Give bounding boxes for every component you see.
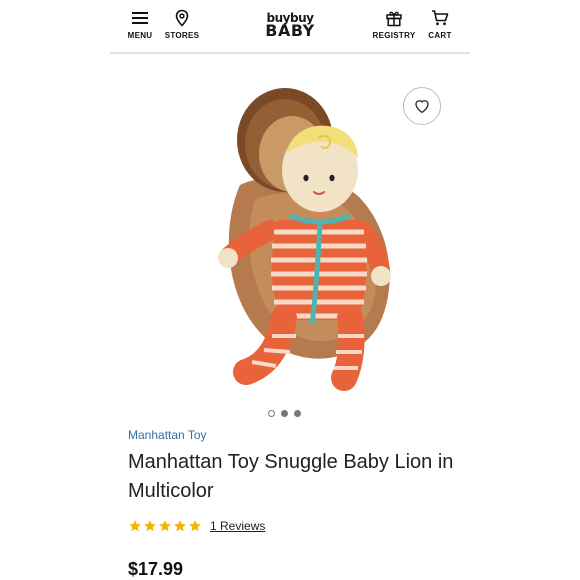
- product-brand-link[interactable]: Manhattan Toy: [128, 428, 207, 442]
- star-icon: [144, 520, 156, 532]
- heart-icon: [415, 100, 429, 114]
- left-margin: [0, 0, 110, 580]
- star-icon: [174, 520, 186, 532]
- star-icon: [189, 520, 201, 532]
- star-rating: [128, 519, 202, 533]
- stores-label: STORES: [164, 31, 200, 40]
- stores-button[interactable]: STORES: [164, 9, 200, 40]
- cart-icon: [432, 10, 449, 26]
- map-pin-icon: [175, 9, 189, 27]
- reviews-link[interactable]: 1 Reviews: [210, 519, 265, 533]
- product-price: $17.99: [128, 559, 184, 579]
- logo-text-bottom: BABY: [265, 21, 315, 40]
- cart-label: CART: [428, 31, 452, 40]
- star-icon: [159, 520, 171, 532]
- carousel-dot[interactable]: [281, 410, 288, 417]
- site-header: MENU STORES buybuy BABY REGISTRY CART: [110, 0, 470, 54]
- product-title: Manhattan Toy Snuggle Baby Lion in Multi…: [128, 451, 454, 502]
- image-carousel-indicators: [268, 410, 301, 417]
- site-logo[interactable]: buybuy BABY: [258, 12, 322, 39]
- hamburger-icon: [132, 12, 148, 24]
- menu-label: MENU: [127, 31, 153, 40]
- product-rating[interactable]: 1 Reviews: [128, 519, 265, 533]
- star-icon: [129, 520, 141, 532]
- carousel-dot[interactable]: [294, 410, 301, 417]
- snuggle-baby-lion-doll-image: [218, 88, 391, 391]
- right-margin: [470, 0, 580, 580]
- registry-button[interactable]: REGISTRY: [372, 9, 416, 40]
- cart-button[interactable]: CART: [426, 9, 454, 40]
- product-image[interactable]: [200, 80, 410, 400]
- gift-icon: [386, 11, 402, 27]
- menu-button[interactable]: MENU: [126, 9, 154, 40]
- favorite-button[interactable]: [403, 87, 441, 125]
- carousel-dot[interactable]: [268, 410, 275, 417]
- product-page: MENU STORES buybuy BABY REGISTRY CART Ma…: [110, 0, 470, 580]
- registry-label: REGISTRY: [372, 31, 416, 40]
